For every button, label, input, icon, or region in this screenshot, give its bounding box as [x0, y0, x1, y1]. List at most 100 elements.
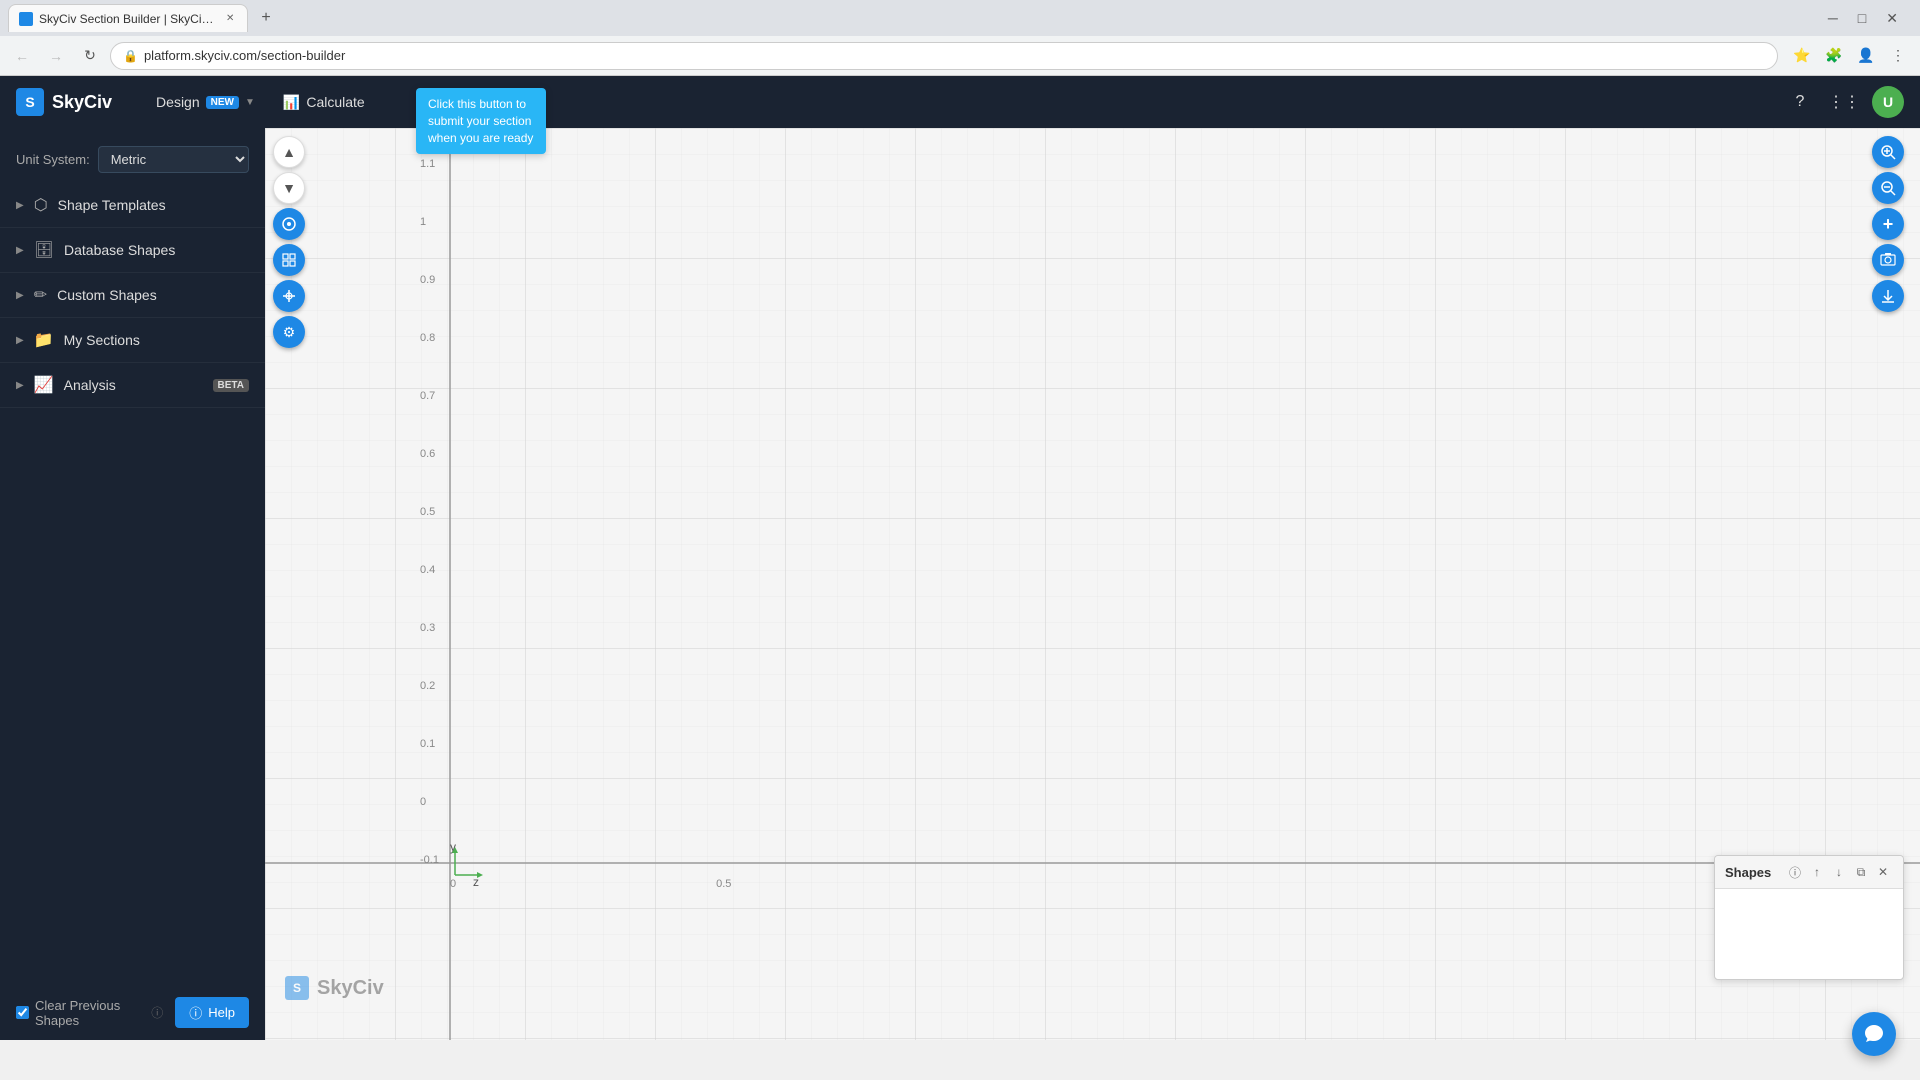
sidebar: Unit System: Metric Imperial ▶ ⬡ Shape T…	[0, 128, 265, 1040]
restore-icon[interactable]: □	[1852, 8, 1872, 28]
apps-icon-btn[interactable]: ⋮⋮	[1828, 86, 1860, 118]
select-button[interactable]	[273, 208, 305, 240]
shapes-up-button[interactable]: ↑	[1807, 862, 1827, 882]
refresh-button[interactable]: ↻	[76, 42, 104, 70]
custom-shapes-icon: ✏	[34, 285, 47, 305]
menu-icon[interactable]: ⋮	[1884, 42, 1912, 70]
shapes-copy-button[interactable]: ⧉	[1851, 862, 1871, 882]
cursor-button[interactable]	[273, 280, 305, 312]
tab-close-icon[interactable]: ✕	[223, 12, 237, 26]
shape-templates-label: Shape Templates	[58, 197, 249, 213]
analysis-label: Analysis	[64, 377, 203, 393]
logo-text: SkyCiv	[52, 92, 112, 113]
canvas-area: 1.1 1 0.9 0.8 0.7 0.6 0.5 0.4 0.3 0.2 0.…	[265, 128, 1920, 1040]
shapes-panel-title: Shapes	[1725, 865, 1783, 880]
sidebar-item-shape-templates[interactable]: ▶ ⬡ Shape Templates	[0, 183, 265, 228]
chat-widget[interactable]	[1852, 1012, 1896, 1056]
profile-icon[interactable]: 👤	[1852, 42, 1880, 70]
zoom-out-button[interactable]	[1872, 172, 1904, 204]
new-tab-button[interactable]: +	[252, 4, 280, 32]
main-content: Unit System: Metric Imperial ▶ ⬡ Shape T…	[0, 128, 1920, 1040]
database-shapes-label: Database Shapes	[64, 242, 249, 258]
shapes-delete-button[interactable]: ✕	[1873, 862, 1893, 882]
analysis-badge: BETA	[213, 379, 249, 392]
bookmark-icon[interactable]: ⭐	[1788, 42, 1816, 70]
tab-favicon	[19, 12, 33, 26]
shapes-panel-controls: ↑ ↓ ⧉ ✕	[1807, 862, 1893, 882]
user-avatar[interactable]: U	[1872, 86, 1904, 118]
minimize-icon[interactable]: ─	[1822, 8, 1844, 28]
clear-label-text: Clear Previous Shapes	[35, 998, 145, 1028]
tab-title: SkyCiv Section Builder | SkyCiv P	[39, 12, 215, 26]
sidebar-item-database-shapes[interactable]: ▶ 🗄 Database Shapes	[0, 228, 265, 273]
back-button[interactable]: ←	[8, 42, 36, 70]
watermark-logo-icon: S	[285, 976, 309, 1000]
custom-shapes-label: Custom Shapes	[57, 287, 249, 303]
shapes-info-icon: ⓘ	[1789, 864, 1801, 881]
grid-button[interactable]	[273, 244, 305, 276]
help-button[interactable]: ⓘ Help	[175, 997, 249, 1028]
analysis-chevron-icon: ▶	[16, 380, 24, 391]
design-label: Design	[156, 94, 200, 110]
settings-button[interactable]: ⚙	[273, 316, 305, 348]
extension-icon[interactable]: 🧩	[1820, 42, 1848, 70]
close-icon[interactable]: ✕	[1880, 8, 1904, 29]
custom-shapes-chevron-icon: ▶	[16, 290, 24, 301]
download-button[interactable]	[1872, 280, 1904, 312]
logo-icon: S	[16, 88, 44, 116]
help-icon-btn[interactable]: ?	[1784, 86, 1816, 118]
canvas-controls-right: +	[1872, 136, 1904, 312]
help-label: Help	[208, 1005, 235, 1020]
nav-design[interactable]: Design NEW ▼	[144, 88, 267, 117]
sidebar-footer: Clear Previous Shapes ⓘ ⓘ Help	[0, 985, 265, 1040]
sidebar-item-analysis[interactable]: ▶ 📈 Analysis BETA	[0, 363, 265, 408]
sidebar-item-my-sections[interactable]: ▶ 📁 My Sections	[0, 318, 265, 363]
shapes-down-button[interactable]: ↓	[1829, 862, 1849, 882]
database-shapes-chevron-icon: ▶	[16, 245, 24, 256]
shapes-panel: Shapes ⓘ ↑ ↓ ⧉ ✕	[1714, 855, 1904, 980]
window-controls: ─ □ ✕	[1822, 8, 1912, 29]
unit-select[interactable]: Metric Imperial	[98, 146, 249, 173]
shapes-panel-body	[1715, 889, 1903, 979]
shape-templates-chevron-icon: ▶	[16, 200, 24, 211]
forward-button[interactable]: →	[42, 42, 70, 70]
clear-previous-shapes-label[interactable]: Clear Previous Shapes ⓘ	[16, 998, 163, 1028]
pan-down-button[interactable]: ▼	[273, 172, 305, 204]
submit-tooltip: Click this button to submit your section…	[416, 88, 546, 154]
unit-system-row: Unit System: Metric Imperial	[0, 136, 265, 183]
url-text: platform.skyciv.com/section-builder	[144, 48, 345, 63]
active-tab[interactable]: SkyCiv Section Builder | SkyCiv P ✕	[8, 4, 248, 32]
address-bar-row: ← → ↻ 🔒 platform.skyciv.com/section-buil…	[0, 36, 1920, 76]
database-shapes-icon: 🗄	[34, 240, 54, 260]
help-icon: ⓘ	[189, 1003, 202, 1022]
browser-chrome: SkyCiv Section Builder | SkyCiv P ✕ + ─ …	[0, 0, 1920, 76]
design-chevron-icon: ▼	[245, 97, 255, 108]
calculate-chart-icon: 📊	[283, 94, 300, 111]
pan-up-button[interactable]: ▲	[273, 136, 305, 168]
design-badge: NEW	[206, 96, 239, 109]
tab-bar: SkyCiv Section Builder | SkyCiv P ✕ + ─ …	[0, 0, 1920, 36]
my-sections-chevron-icon: ▶	[16, 335, 24, 346]
screenshot-button[interactable]	[1872, 244, 1904, 276]
shape-templates-icon: ⬡	[34, 195, 48, 215]
app-logo: S SkyCiv	[16, 88, 112, 116]
address-input[interactable]: 🔒 platform.skyciv.com/section-builder	[110, 42, 1778, 70]
analysis-icon: 📈	[34, 375, 54, 395]
app-header: S SkyCiv Design NEW ▼ 📊 Calculate Click …	[0, 76, 1920, 128]
zoom-in-button[interactable]	[1872, 136, 1904, 168]
watermark-text: SkyCiv	[317, 977, 384, 1000]
browser-icons: ⭐ 🧩 👤 ⋮	[1788, 42, 1912, 70]
fit-view-button[interactable]: +	[1872, 208, 1904, 240]
my-sections-icon: 📁	[34, 330, 54, 350]
canvas-watermark: S SkyCiv	[285, 976, 384, 1000]
my-sections-label: My Sections	[64, 332, 249, 348]
clear-info-icon: ⓘ	[151, 1004, 163, 1021]
canvas-controls-left: ▲ ▼	[273, 136, 305, 348]
lock-icon: 🔒	[123, 49, 138, 63]
shapes-panel-header: Shapes ⓘ ↑ ↓ ⧉ ✕	[1715, 856, 1903, 889]
unit-label: Unit System:	[16, 152, 90, 167]
app-nav: Design NEW ▼ 📊 Calculate	[144, 88, 377, 117]
nav-calculate[interactable]: 📊 Calculate	[271, 88, 377, 117]
clear-previous-shapes-checkbox[interactable]	[16, 1006, 29, 1019]
sidebar-item-custom-shapes[interactable]: ▶ ✏ Custom Shapes	[0, 273, 265, 318]
